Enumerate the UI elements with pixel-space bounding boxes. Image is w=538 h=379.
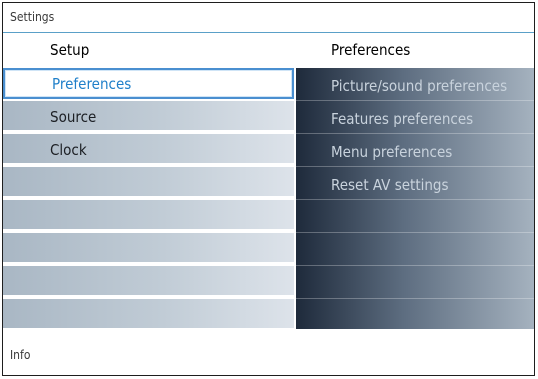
title-bar: Settings — [3, 3, 534, 33]
submenu-item-label: Menu preferences — [331, 143, 453, 161]
submenu-item-label: Features preferences — [331, 110, 474, 128]
preferences-submenu: Picture/sound preferences Features prefe… — [296, 68, 534, 329]
menu-item-preferences[interactable]: Preferences — [3, 68, 294, 99]
right-column-header: Preferences — [331, 41, 411, 59]
submenu-item-reset-av[interactable]: Reset AV settings — [296, 167, 534, 200]
left-column-header: Setup — [50, 41, 90, 59]
submenu-item-empty — [296, 299, 534, 332]
menu-item-empty — [3, 167, 294, 198]
submenu-item-label: Reset AV settings — [331, 176, 449, 194]
setup-menu: Preferences Source Clock — [3, 68, 296, 330]
menu-item-source[interactable]: Source — [3, 101, 294, 132]
submenu-item-picture-sound[interactable]: Picture/sound preferences — [296, 68, 534, 101]
menu-item-clock[interactable]: Clock — [3, 134, 294, 165]
menu-item-label: Source — [50, 108, 97, 126]
menu-item-label: Clock — [50, 141, 87, 159]
window-title: Settings — [10, 10, 55, 24]
menu-item-empty — [3, 299, 294, 330]
submenu-item-menu[interactable]: Menu preferences — [296, 134, 534, 167]
submenu-item-features[interactable]: Features preferences — [296, 101, 534, 134]
menu-item-label: Preferences — [52, 75, 132, 93]
submenu-item-empty — [296, 266, 534, 299]
submenu-item-empty — [296, 200, 534, 233]
submenu-item-label: Picture/sound preferences — [331, 77, 508, 95]
menu-item-empty — [3, 233, 294, 264]
menu-item-empty — [3, 266, 294, 297]
menu-item-empty — [3, 200, 294, 231]
submenu-item-empty — [296, 233, 534, 266]
info-label: Info — [10, 348, 31, 362]
settings-window: Settings Setup Preferences Preferences S… — [2, 2, 535, 376]
